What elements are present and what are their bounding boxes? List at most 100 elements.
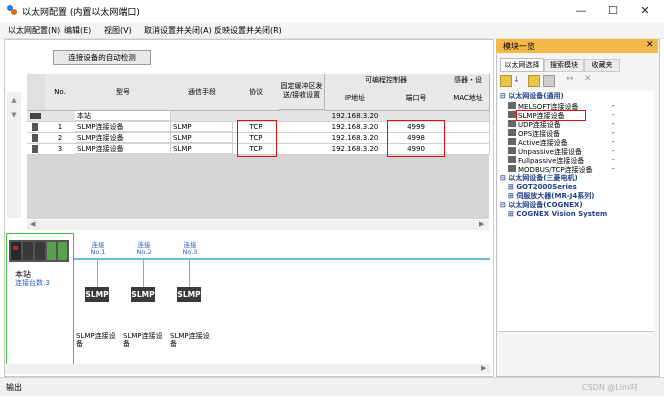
tree-item-fullpassive[interactable]: Fullpassive连接设备 - xyxy=(508,156,654,165)
table-cell[interactable]: SLMP xyxy=(171,133,233,143)
tree-item-value: - xyxy=(612,102,615,110)
window-title: 以太网配置 (内置以太网端口) xyxy=(22,8,140,18)
scroll-down-icon[interactable]: ▼ xyxy=(9,110,19,120)
tree-item-active[interactable]: Active连接设备 - xyxy=(508,138,654,147)
menu-view[interactable]: 视图(V) xyxy=(104,25,132,36)
table-cell[interactable]: SLMP xyxy=(171,122,233,132)
table-cell[interactable]: SLMP xyxy=(171,144,233,154)
device-label: SLMP连接设备 xyxy=(76,332,116,348)
drop-line xyxy=(97,259,98,287)
tree-item-modbus[interactable]: MODBUS/TCP连接设备 - xyxy=(508,165,654,174)
link-label: 连接 No.2 xyxy=(132,242,156,256)
table-cell[interactable]: SLMP连接设备 xyxy=(75,144,171,154)
menu-edit[interactable]: 编辑(E) xyxy=(64,25,91,36)
close-button[interactable]: ✕ xyxy=(630,3,660,19)
table-cell: 3 xyxy=(45,144,76,155)
tab-search-module[interactable]: 搜索模块 xyxy=(544,59,584,72)
scroll-right-icon[interactable]: ▶ xyxy=(481,364,486,372)
drop-line xyxy=(143,259,144,287)
slmp-device-block[interactable]: SLMP xyxy=(177,287,201,302)
diagram-hscrollbar[interactable]: ▶ xyxy=(5,364,491,374)
expand-icon[interactable] xyxy=(543,75,555,87)
tree-item-ops[interactable]: OPS连接设备 - xyxy=(508,129,654,138)
tree-item-label: OPS连接设备 xyxy=(518,130,561,138)
sort-desc-icon[interactable]: ↓ xyxy=(513,75,520,84)
maximize-button[interactable]: ☐ xyxy=(598,3,628,19)
tree-item-value: - xyxy=(612,111,615,119)
table-cell[interactable] xyxy=(447,122,490,133)
table-cell xyxy=(171,111,234,122)
tree-item-value: - xyxy=(612,156,615,164)
table-cell[interactable]: 192.168.3.20 xyxy=(325,122,386,133)
module-list-title: 模块一览 xyxy=(503,42,535,51)
table-cell xyxy=(279,111,326,122)
device-icon xyxy=(508,147,516,154)
auto-detect-button[interactable]: 连接设备的自动检测 xyxy=(53,50,151,65)
table-cell[interactable]: SLMP连接设备 xyxy=(75,133,171,143)
menu-bar: 以太网配置(N) 编辑(E) 视图(V) 取消设置并关闭(A) 反映设置并关闭(… xyxy=(0,22,664,39)
device-icon xyxy=(508,156,516,163)
output-bar: 输出 CSDN @Lim叼 xyxy=(0,377,664,396)
filter-icon[interactable] xyxy=(528,75,540,87)
minimize-button[interactable]: — xyxy=(566,3,596,19)
table-cell[interactable] xyxy=(447,133,490,144)
drop-line xyxy=(189,259,190,287)
tab-favorites[interactable]: 收藏夹 xyxy=(584,59,620,72)
header-comm: 通信手段 xyxy=(171,74,234,111)
tree-item-udp[interactable]: UDP连接设备 - xyxy=(508,120,654,129)
tree-group-got2000: ⊞ GOT2000Series xyxy=(508,183,577,192)
horizontal-scrollbar[interactable]: ◀ ▶ xyxy=(27,220,489,230)
device-icon xyxy=(508,129,516,136)
table-cell[interactable]: 192.168.3.20 xyxy=(325,133,386,144)
link-label: 连接 No.1 xyxy=(86,242,110,256)
network-diagram xyxy=(5,231,491,374)
device-table: No. 型号 通信手段 协议 固定缓冲区发送/接收设置 可编程控制器 IP地址 … xyxy=(27,74,490,219)
tree-group-cognex: ⊟ 以太网设备(COGNEX) xyxy=(500,201,583,210)
link-label-no: No.2 xyxy=(136,248,152,256)
table-cell[interactable]: 192.168.3.20 xyxy=(325,144,386,155)
scroll-up-icon[interactable]: ▲ xyxy=(9,95,19,105)
menu-apply-close[interactable]: 反映设置并关闭(R) xyxy=(214,25,282,36)
table-cell[interactable] xyxy=(447,144,490,155)
table-cell[interactable] xyxy=(279,144,326,155)
scroll-right-icon[interactable]: ▶ xyxy=(479,220,484,228)
link-label-no: No.3 xyxy=(182,248,198,256)
output-label[interactable]: 输出 xyxy=(6,382,22,393)
device-icon xyxy=(508,102,516,109)
tree-group-label: COGNEX Vision System xyxy=(516,210,608,218)
row-scrollbar[interactable]: ▲ ▼ xyxy=(7,92,21,218)
module-list-titlebar: 模块一览 ✕ xyxy=(496,39,658,53)
tree-item-label: Fullpassive连接设备 xyxy=(518,157,585,165)
delete-icon[interactable]: ✕ xyxy=(584,74,592,84)
collapse-icon[interactable]: ↔ xyxy=(566,74,574,84)
tree-item-label: MODBUS/TCP连接设备 xyxy=(518,166,593,174)
row-icon-device xyxy=(27,133,46,144)
device-icon xyxy=(508,138,516,145)
header-port: 端口号 xyxy=(385,86,448,111)
device-label: SLMP连接设备 xyxy=(123,332,163,348)
header-ip: IP地址 xyxy=(325,86,386,111)
row-icon-device xyxy=(27,122,46,133)
sort-icon[interactable] xyxy=(500,75,512,87)
table-cell[interactable] xyxy=(279,133,326,144)
tree-group-label: 以太网设备(通用) xyxy=(508,92,564,100)
close-icon[interactable]: ✕ xyxy=(646,40,654,50)
device-icon xyxy=(508,165,516,172)
tree-item-unpassive[interactable]: Unpassive连接设备 - xyxy=(508,147,654,156)
table-cell[interactable]: SLMP连接设备 xyxy=(75,122,171,132)
tree-group-label: 以太网设备(COGNEX) xyxy=(508,201,583,209)
port-highlight xyxy=(387,120,445,157)
table-cell[interactable]: 本站 xyxy=(75,111,171,121)
watermark: CSDN @Lim叼 xyxy=(582,383,638,392)
menu-cancel-close[interactable]: 取消设置并关闭(A) xyxy=(144,25,212,36)
table-cell[interactable] xyxy=(279,122,326,133)
device-icon xyxy=(508,120,516,127)
module-tree: ⊟ 以太网设备(通用) MELSOFT连接设备 - SLMP连接设备 - UDP连接… xyxy=(498,91,654,331)
slmp-device-block[interactable]: SLMP xyxy=(131,287,155,302)
tab-ethernet-select[interactable]: 以太网选择 xyxy=(500,58,544,72)
slmp-device-block[interactable]: SLMP xyxy=(85,287,109,302)
row-icon-device xyxy=(27,144,46,155)
menu-ethernet[interactable]: 以太网配置(N) xyxy=(8,25,60,36)
scroll-left-icon[interactable]: ◀ xyxy=(30,220,35,228)
table-cell xyxy=(45,111,76,122)
